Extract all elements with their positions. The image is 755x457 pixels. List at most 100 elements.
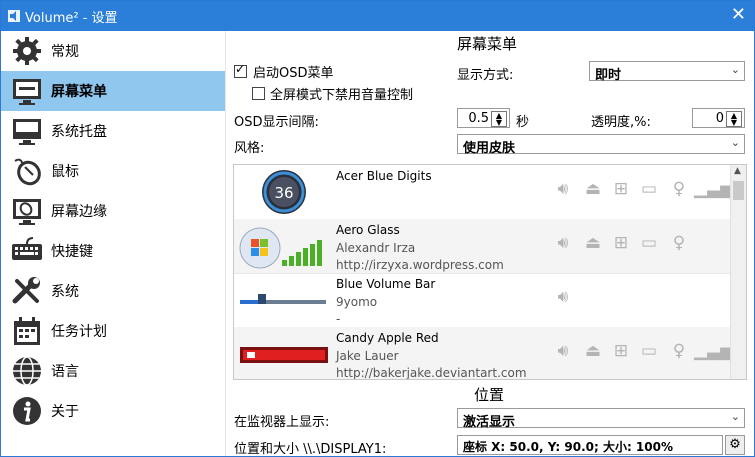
sidebar-item-label: 屏幕菜单 [51,84,107,100]
skin-item[interactable]: Candy Apple Red Jake Lauer http://bakerj… [234,327,734,380]
skin-name: Blue Volume Bar [336,277,436,291]
skin-name: Acer Blue Digits [336,169,432,183]
close-button[interactable]: ✕ [731,5,746,25]
osd-settings-panel: 屏幕菜单 启动OSD菜单 全屏模式下禁用音量控制 显示方式: 即时 ⌄ OSD显… [225,31,754,457]
sidebar-item-system[interactable]: 系统 [1,271,225,311]
skin-preview-candy [240,347,328,363]
app-icon [8,10,20,22]
scroll-up-icon[interactable]: ▲ [734,166,741,176]
opacity-spinner[interactable]: 0 ▲ ▼ [692,108,745,128]
skin-name: Candy Apple Red [336,331,439,345]
signal-bars-icon: ▁▃▅ [694,179,734,199]
interval-value: 0.5 [468,111,489,126]
position-settings-button[interactable]: ⚙ [725,435,745,455]
sidebar-item-label: 常规 [51,44,79,60]
sidebar: 常规 屏幕菜单 系统托盘 鼠标 屏幕边缘 快捷键 系统 任务计划 语言 关于 [1,31,226,456]
usb-icon: ⊞ [613,341,629,361]
opacity-label: 透明度,%: [591,115,651,130]
volume-icon: 🔊︎ [557,179,569,199]
calendar-icon [14,317,40,345]
skin-preview-acer: 36 [262,170,306,214]
sidebar-item-tray[interactable]: 系统托盘 [1,111,225,151]
style-label: 风格: [234,141,265,156]
volume-icon: 🔊︎ [557,287,569,307]
sidebar-item-language[interactable]: 语言 [1,351,225,391]
spinner-arrows-icon[interactable]: ▲ ▼ [726,111,742,127]
skin-author: 9yomo [336,295,378,309]
info-icon [13,397,41,425]
sidebar-item-label: 鼠标 [51,164,79,180]
skin-url: http://irzyxa.wordpress.com [336,258,504,272]
eject-icon: ⏏ [584,233,602,253]
sidebar-item-screen-edge[interactable]: 屏幕边缘 [1,191,225,231]
battery-icon: ▭ [640,179,658,199]
keyboard-icon [12,237,42,260]
spinner-arrows-icon[interactable]: ▲ ▼ [491,111,507,127]
disable-fullscreen-label: 全屏模式下禁用音量控制 [270,88,414,103]
sidebar-item-schedule[interactable]: 任务计划 [1,311,225,351]
gear-icon: ⚙ [729,437,741,452]
skin-item[interactable]: 36 Acer Blue Digits 🔊︎ ⏏ ⊞ ▭ ♀ ▁▃▅ [234,165,734,220]
volume-icon: 🔊︎ [557,233,569,253]
position-size-field[interactable]: 座标 X: 50.0, Y: 90.0; 大小: 100% [457,435,723,455]
monitor-label: 在监视器上显示: [234,415,330,430]
gear-icon [13,37,41,65]
sidebar-item-about[interactable]: 关于 [1,391,225,431]
skin-item[interactable]: Aero Glass Alexandr Irza http://irzyxa.w… [234,219,730,274]
skin-author: Alexandr Irza [336,241,416,255]
skin-list-scrollbar[interactable]: ▲ [730,165,746,379]
title-bar: Volume² - 设置 ✕ [1,1,754,31]
style-dropdown[interactable]: 使用皮肤 ⌄ [457,134,745,156]
chevron-down-icon: ⌄ [730,63,740,76]
skin-author: Jake Lauer [336,349,399,363]
interval-label: OSD显示间隔: [234,115,319,130]
enable-osd-label: 启动OSD菜单 [253,66,334,81]
opacity-value: 0 [715,111,724,126]
skin-preview-digits: 36 [274,184,293,202]
sidebar-item-mouse[interactable]: 鼠标 [1,151,225,191]
chevron-down-icon: ⌄ [730,136,740,149]
monitor-value: 激活显示 [463,415,516,430]
skin-name: Aero Glass [336,223,400,237]
skin-url: - [336,312,341,326]
sidebar-item-general[interactable]: 常规 [1,31,225,71]
position-size-label: 位置和大小 \\.\DISPLAY1: [234,442,387,457]
globe-icon [13,356,41,386]
interval-spinner[interactable]: 0.5 ▲ ▼ [457,108,510,128]
sidebar-item-hotkeys[interactable]: 快捷键 [1,231,225,271]
display-mode-label: 显示方式: [457,68,514,83]
usb-icon: ⊞ [613,179,629,199]
skin-item[interactable]: Blue Volume Bar 9yomo - 🔊︎ [234,273,730,328]
sidebar-item-label: 关于 [51,404,79,420]
chevron-down-icon: ⌄ [730,410,740,423]
battery-icon: ▭ [640,341,658,361]
eject-icon: ⏏ [584,341,602,361]
tools-icon [12,277,40,304]
signal-bars-icon: ▁▃▅ [694,341,734,361]
bulb-icon: ♀ [672,341,686,361]
display-mode-dropdown[interactable]: 即时 ⌄ [589,61,745,83]
interval-unit: 秒 [516,115,530,130]
skin-list[interactable]: 36 Acer Blue Digits 🔊︎ ⏏ ⊞ ▭ ♀ ▁▃▅ Aero … [233,164,747,380]
monitor-icon [13,79,41,105]
position-size-value: 座标 X: 50.0, Y: 90.0; 大小: 100% [463,440,674,454]
section-title-position: 位置 [474,386,505,404]
eject-icon: ⏏ [584,179,602,199]
skin-preview-bluebar [240,294,326,304]
sidebar-item-label: 任务计划 [51,324,107,340]
sidebar-item-label: 系统托盘 [51,124,107,140]
battery-icon: ▭ [640,233,658,253]
scroll-thumb[interactable] [733,181,744,200]
usb-icon: ⊞ [613,233,629,253]
mouse-icon [14,158,41,186]
window-title: Volume² - 设置 [25,11,118,26]
monitor-dropdown[interactable]: 激活显示 ⌄ [457,408,745,430]
section-title-osd: 屏幕菜单 [457,35,518,53]
bulb-icon: ♀ [672,233,686,253]
screen-edge-icon [13,199,41,225]
disable-fullscreen-checkbox[interactable] [252,87,265,100]
sidebar-item-label: 快捷键 [51,244,93,260]
sidebar-item-osd[interactable]: 屏幕菜单 [1,71,225,111]
skin-url: http://bakerjake.deviantart.com [336,366,527,380]
enable-osd-checkbox[interactable] [234,62,247,78]
